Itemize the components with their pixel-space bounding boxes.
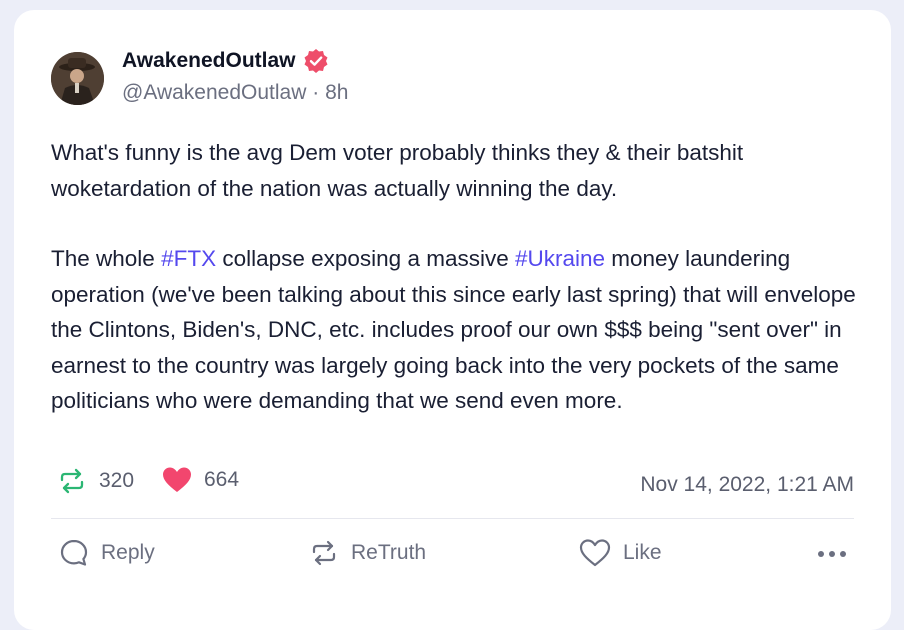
post-card: AwakenedOutlaw @AwakenedOutlaw · 8h What…	[14, 10, 891, 630]
verified-badge-icon	[303, 48, 329, 74]
action-bar: Reply ReTruth Like	[51, 538, 854, 572]
heart-icon	[163, 467, 191, 492]
like-button[interactable]: Like	[579, 538, 662, 568]
display-name[interactable]: AwakenedOutlaw	[122, 49, 296, 73]
retruth-label: ReTruth	[351, 541, 427, 564]
post-paragraph-1: What's funny is the avg Dem voter probab…	[51, 140, 744, 201]
handle-row: @AwakenedOutlaw · 8h	[122, 81, 348, 105]
text-segment: collapse exposing a massive	[216, 246, 515, 271]
more-options-button[interactable]	[817, 542, 861, 566]
heart-outline-icon	[579, 539, 611, 567]
reply-button[interactable]: Reply	[59, 538, 155, 568]
reply-label: Reply	[101, 541, 155, 564]
retruth-count: 320	[99, 469, 135, 492]
relative-time[interactable]: 8h	[325, 81, 348, 104]
retruth-stat[interactable]: 320	[57, 466, 134, 496]
stats-row: 320 664 Nov 14, 2022, 1:21 AM	[51, 466, 854, 502]
separator: ·	[312, 81, 320, 104]
post-timestamp[interactable]: Nov 14, 2022, 1:21 AM	[640, 473, 854, 497]
like-count: 664	[204, 468, 240, 491]
hashtag-ukraine[interactable]: #Ukraine	[515, 246, 605, 271]
text-segment: money laundering operation (we've been t…	[51, 246, 856, 413]
post-paragraph-2: The whole #FTX collapse exposing a massi…	[51, 241, 861, 419]
retruth-icon	[312, 540, 336, 566]
avatar[interactable]	[51, 52, 104, 105]
author-row: AwakenedOutlaw	[122, 48, 329, 74]
reply-icon	[60, 539, 88, 566]
post-body: What's funny is the avg Dem voter probab…	[51, 135, 861, 419]
like-label: Like	[623, 541, 662, 564]
text-segment: The whole	[51, 246, 162, 271]
retruth-button[interactable]: ReTruth	[309, 538, 426, 568]
hashtag-ftx[interactable]: #FTX	[161, 246, 216, 271]
retruth-icon	[60, 468, 84, 494]
like-stat[interactable]: 664	[162, 466, 239, 494]
more-horizontal-icon	[818, 551, 846, 557]
divider	[51, 518, 854, 519]
handle[interactable]: @AwakenedOutlaw	[122, 81, 306, 104]
